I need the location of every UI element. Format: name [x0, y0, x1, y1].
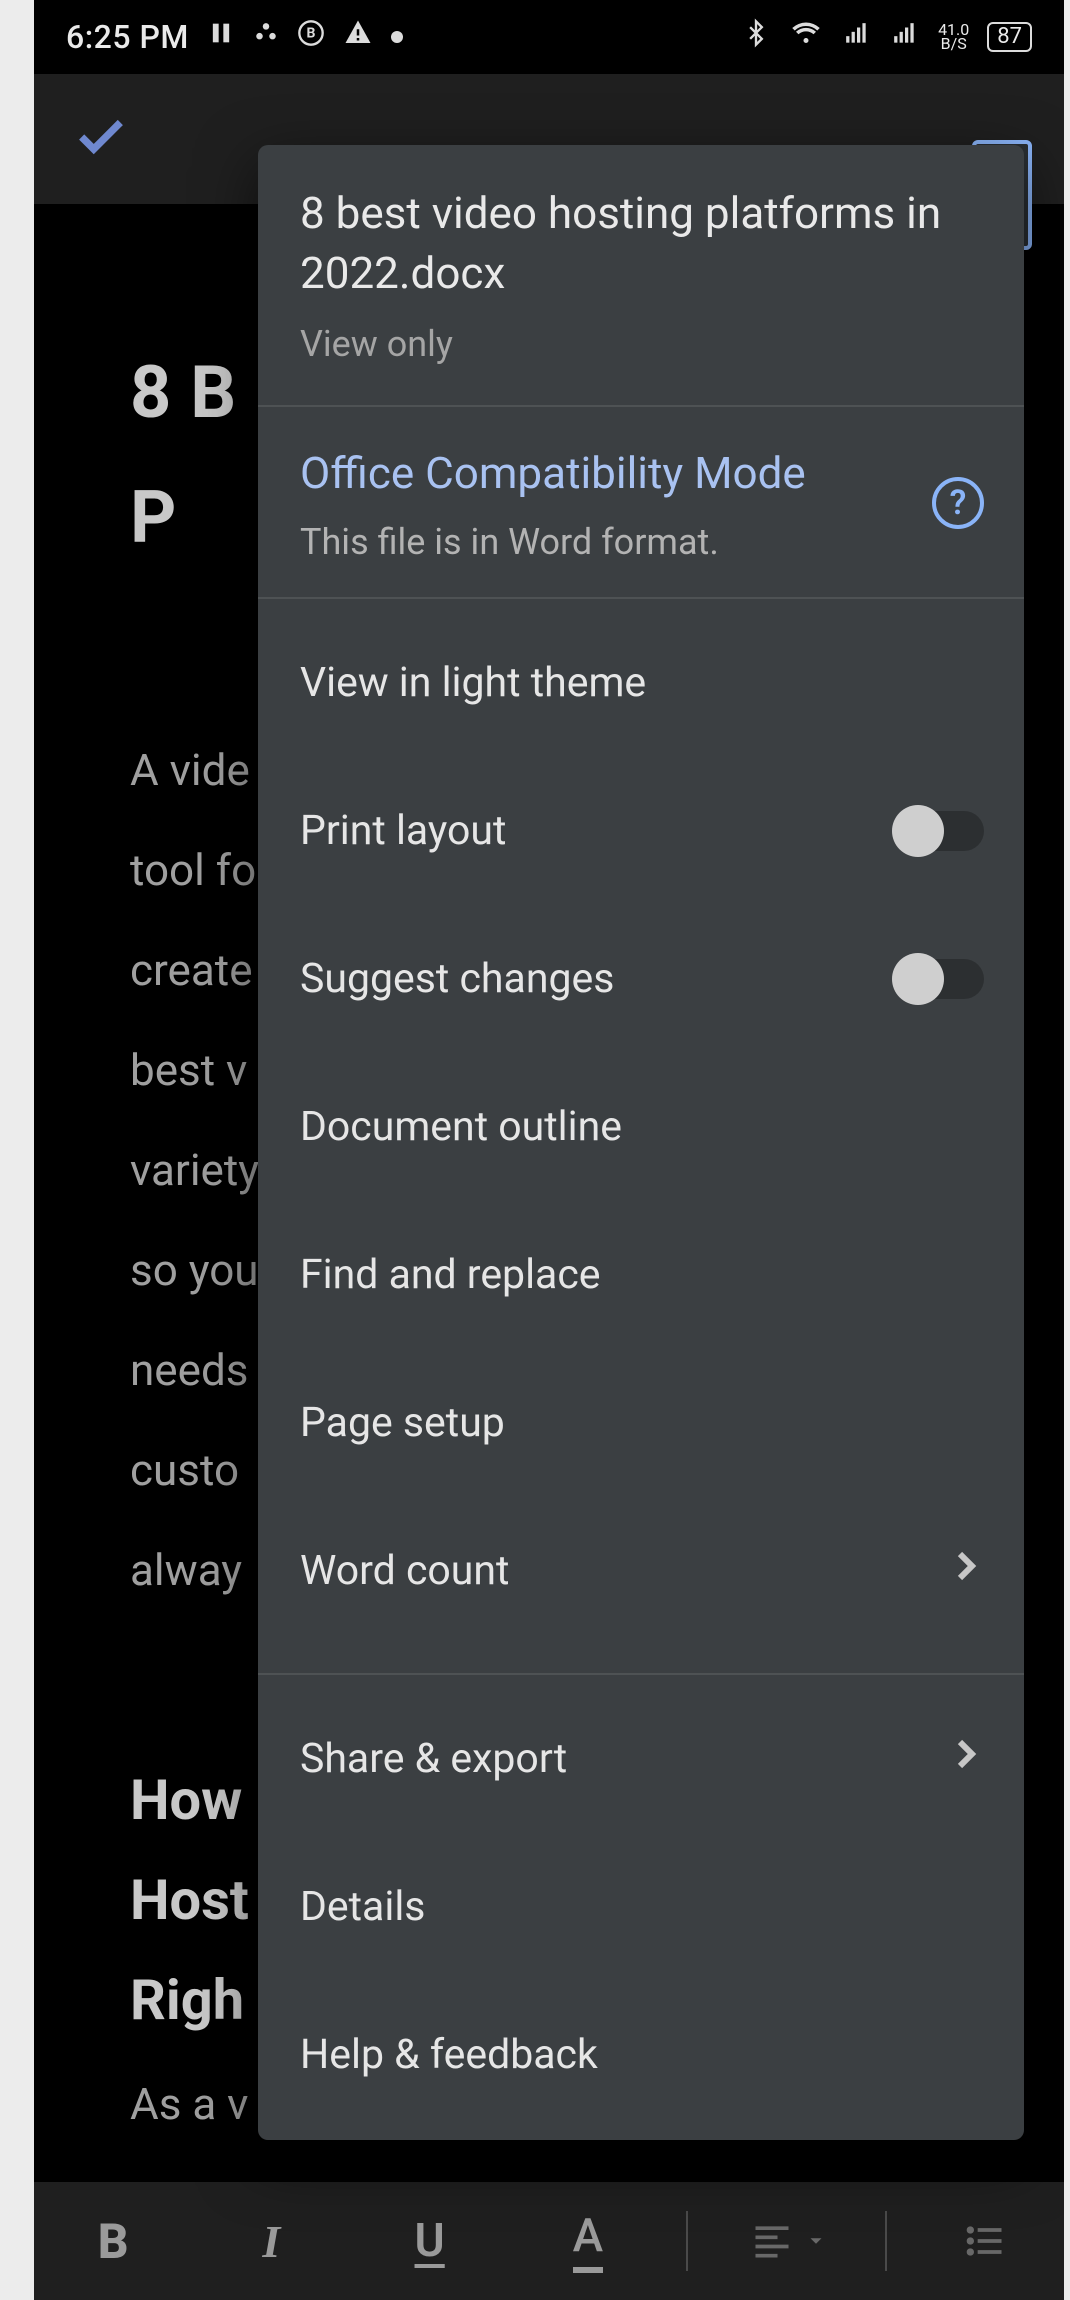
share-icon — [253, 20, 279, 55]
align-button[interactable] — [726, 2201, 846, 2281]
signal-1-icon — [842, 20, 872, 55]
bluetooth-icon — [742, 16, 770, 58]
menu-doc-title: 8 best video hosting platforms in 2022.d… — [300, 183, 984, 303]
chevron-right-icon — [948, 1547, 984, 1595]
signal-2-icon — [890, 20, 920, 55]
menu-item-help-feedback[interactable]: Help & feedback — [300, 1981, 984, 2129]
menu-item-document-outline[interactable]: Document outline — [300, 1053, 984, 1201]
menu-item-label: Print layout — [300, 807, 506, 855]
compat-subtitle: This file is in Word format. — [300, 521, 902, 563]
menu-item-page-setup[interactable]: Page setup — [300, 1349, 984, 1497]
menu-header: 8 best video hosting platforms in 2022.d… — [258, 145, 1024, 407]
menu-item-print-layout[interactable]: Print layout — [300, 757, 984, 905]
menu-item-suggest-changes[interactable]: Suggest changes — [300, 905, 984, 1053]
pause-icon — [207, 19, 235, 55]
notification-dot-icon — [391, 31, 403, 43]
underline-button[interactable]: U — [370, 2201, 490, 2281]
italic-button[interactable]: I — [211, 2201, 331, 2281]
text-color-button[interactable]: A — [528, 2201, 648, 2281]
menu-item-word-count[interactable]: Word count — [300, 1497, 984, 1645]
menu-item-label: Find and replace — [300, 1251, 601, 1299]
statusbar-time: 6:25 PM — [66, 18, 189, 56]
suggest-changes-switch[interactable] — [896, 959, 984, 999]
menu-item-find-replace[interactable]: Find and replace — [300, 1201, 984, 1349]
net-rate: 41.0 B/S — [938, 23, 969, 51]
battery-indicator: 87 — [987, 22, 1032, 52]
menu-compat-mode[interactable]: Office Compatibility Mode This file is i… — [258, 407, 1024, 599]
warning-icon — [343, 18, 373, 56]
chevron-right-icon — [948, 1735, 984, 1783]
toolbar-separator — [686, 2211, 688, 2271]
menu-item-light-theme[interactable]: View in light theme — [300, 609, 984, 757]
menu-item-label: Suggest changes — [300, 955, 614, 1003]
menu-item-label: Page setup — [300, 1399, 505, 1447]
menu-item-label: Details — [300, 1883, 425, 1931]
menu-item-label: View in light theme — [300, 659, 646, 707]
statusbar: 6:25 PM B — [34, 0, 1064, 74]
device-frame: 6:25 PM B — [34, 0, 1064, 2300]
menu-item-details[interactable]: Details — [300, 1833, 984, 1981]
menu-item-share-export[interactable]: Share & export — [300, 1685, 984, 1833]
toolbar-separator — [885, 2211, 887, 2271]
print-layout-switch[interactable] — [896, 811, 984, 851]
list-button[interactable] — [925, 2201, 1045, 2281]
compat-title: Office Compatibility Mode — [300, 443, 902, 503]
circle-b-icon: B — [297, 19, 325, 55]
bold-button[interactable]: B — [53, 2201, 173, 2281]
formatting-toolbar: B I U A — [34, 2182, 1064, 2300]
menu-item-label: Help & feedback — [300, 2031, 598, 2079]
menu-items-primary: View in light theme Print layout Suggest… — [258, 599, 1024, 1667]
menu-item-label: Word count — [300, 1547, 509, 1595]
help-icon[interactable]: ? — [932, 477, 984, 529]
done-check-icon[interactable] — [72, 108, 130, 170]
wifi-icon — [788, 18, 824, 56]
svg-text:B: B — [306, 26, 315, 42]
menu-items-secondary: Share & export Details Help & feedback — [258, 1675, 1024, 2140]
menu-doc-subtitle: View only — [300, 323, 984, 365]
menu-item-label: Share & export — [300, 1735, 567, 1783]
overflow-menu: 8 best video hosting platforms in 2022.d… — [258, 145, 1024, 2140]
menu-item-label: Document outline — [300, 1103, 622, 1151]
